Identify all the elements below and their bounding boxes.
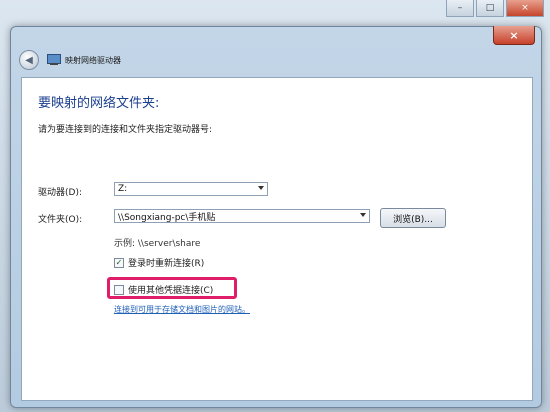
reconnect-checkbox[interactable]: ✓: [114, 257, 124, 268]
background-window-controls: – □ ×: [444, 0, 544, 17]
chevron-down-icon: [360, 213, 366, 217]
instruction-text: 请为要连接到的连接和文件夹指定驱动器号:: [38, 125, 213, 135]
dialog-content: 要映射的网络文件夹: 请为要连接到的连接和文件夹指定驱动器号: 驱动器(D): …: [21, 77, 533, 401]
reconnect-label: 登录时重新连接(R): [128, 259, 205, 269]
example-text: 示例: \\server\share: [114, 239, 201, 249]
close-button[interactable]: ×: [506, 0, 544, 17]
folder-combobox-value: \\Songxiang-pc\手机贴: [118, 212, 216, 223]
folder-combobox[interactable]: \\Songxiang-pc\手机贴: [114, 209, 370, 223]
dialog-titlebar: ◀ 映射网络驱动器: [19, 49, 533, 71]
map-network-drive-dialog: × ◀ 映射网络驱动器 要映射的网络文件夹: 请为要连接到的连接和文件夹指定驱动…: [10, 26, 542, 408]
dialog-title: 映射网络驱动器: [65, 55, 121, 65]
network-drive-icon: [47, 54, 61, 66]
chevron-down-icon: [258, 186, 264, 190]
maximize-button[interactable]: □: [476, 0, 504, 17]
page-heading: 要映射的网络文件夹:: [38, 96, 160, 111]
other-credentials-label: 使用其他凭据连接(C): [128, 286, 214, 296]
other-credentials-option[interactable]: 使用其他凭据连接(C): [114, 283, 213, 296]
back-arrow-icon: ◀: [25, 54, 33, 66]
reconnect-option[interactable]: ✓ 登录时重新连接(R): [114, 256, 204, 269]
dialog-close-button[interactable]: ×: [493, 26, 535, 45]
other-credentials-checkbox[interactable]: [114, 284, 124, 295]
folder-label: 文件夹(O):: [38, 215, 83, 225]
storage-website-link[interactable]: 连接到可用于存储文档和图片的网站。: [114, 304, 250, 315]
back-button[interactable]: ◀: [19, 50, 39, 70]
drive-label: 驱动器(D):: [38, 188, 82, 198]
browse-button[interactable]: 浏览(B)...: [380, 208, 446, 228]
drive-select-value: Z:: [118, 184, 128, 194]
minimize-button[interactable]: –: [446, 0, 474, 17]
drive-select[interactable]: Z:: [114, 182, 268, 196]
